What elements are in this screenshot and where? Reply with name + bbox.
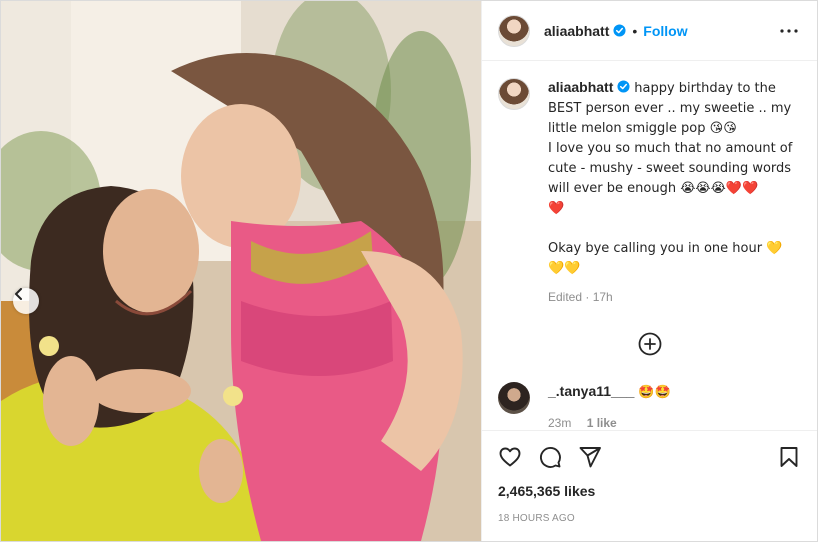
commenter-username[interactable]: _.tanya11___ <box>548 383 634 399</box>
comment-body: _.tanya11___ 🤩🤩 23m 1 like <box>548 382 671 430</box>
post-side-panel: aliaabhatt • Follow aliaabhatt happy bir… <box>481 1 817 541</box>
author-username[interactable]: aliaabhatt <box>544 23 609 39</box>
share-button[interactable] <box>578 445 602 469</box>
author-avatar[interactable] <box>498 14 530 47</box>
share-icon <box>579 447 601 468</box>
action-bar <box>498 431 801 483</box>
commenter-avatar[interactable] <box>498 382 530 414</box>
comment-likes[interactable]: 1 like <box>587 416 617 430</box>
comment-item: _.tanya11___ 🤩🤩 23m 1 like <box>498 382 801 430</box>
post-actions-section: 2,465,365 likes 18 HOURS AGO <box>482 430 817 524</box>
heart-icon <box>499 447 521 467</box>
caption: aliaabhatt happy birthday to the BEST pe… <box>498 78 801 306</box>
plus-circle-icon[interactable] <box>638 332 662 356</box>
comment-text: 🤩🤩 <box>638 385 671 400</box>
caption-body: aliaabhatt happy birthday to the BEST pe… <box>548 78 798 306</box>
photo-illustration <box>1 1 481 541</box>
more-options-button[interactable] <box>777 19 801 43</box>
post-timestamp[interactable]: 18 HOURS AGO <box>498 513 801 524</box>
likes-count[interactable]: 2,465,365 likes <box>498 483 801 499</box>
follow-button[interactable]: Follow <box>643 23 687 39</box>
caption-author-username[interactable]: aliaabhatt <box>548 79 613 95</box>
comment-meta: 23m 1 like <box>548 414 671 430</box>
verified-badge-icon <box>617 80 630 93</box>
comment-button[interactable] <box>538 445 562 469</box>
load-more-comments <box>498 332 801 356</box>
verified-badge-icon <box>613 24 626 37</box>
post-header: aliaabhatt • Follow <box>482 1 817 61</box>
caption-author-avatar[interactable] <box>498 78 530 110</box>
more-options-icon <box>780 28 798 33</box>
post-photo[interactable] <box>1 1 481 541</box>
comment-icon <box>540 447 561 468</box>
chevron-left-icon <box>15 288 22 300</box>
comment-age: 23m <box>548 416 572 430</box>
save-button[interactable] <box>777 445 801 469</box>
comments-section: aliaabhatt happy birthday to the BEST pe… <box>482 62 817 430</box>
bookmark-icon <box>780 447 798 467</box>
carousel-prev-button[interactable] <box>13 288 39 314</box>
caption-text: happy birthday to the BEST person ever .… <box>548 81 793 276</box>
like-button[interactable] <box>498 445 522 469</box>
separator-dot: • <box>632 22 638 39</box>
caption-meta: Edited · 17h <box>548 290 613 304</box>
post-dialog: aliaabhatt • Follow aliaabhatt happy bir… <box>0 0 818 542</box>
